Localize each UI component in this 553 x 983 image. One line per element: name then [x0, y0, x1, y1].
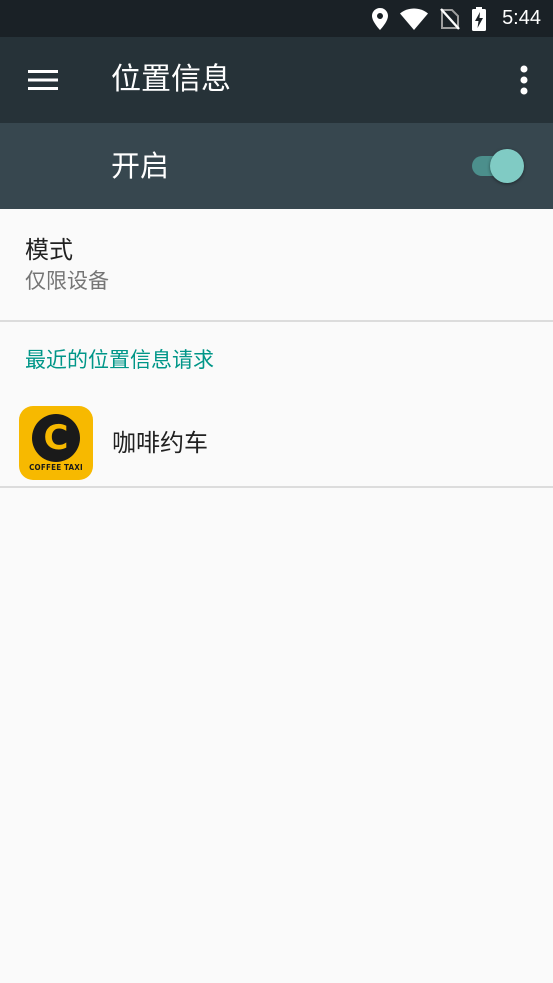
menu-icon[interactable]	[27, 66, 59, 94]
app-bar: 位置信息	[0, 37, 553, 123]
recent-requests-header: 最近的位置信息请求	[25, 348, 214, 372]
status-time: 5:44	[502, 7, 541, 29]
app-icon-caption: COFFEE TAXI	[29, 463, 83, 472]
toggle-thumb	[490, 149, 524, 183]
coffee-taxi-app-icon: C COFFEE TAXI	[19, 406, 93, 480]
app-name: 咖啡约车	[112, 429, 208, 457]
mode-summary: 仅限设备	[25, 269, 109, 293]
status-bar: 5:44	[0, 0, 553, 37]
switch-label: 开启	[111, 149, 170, 183]
wifi-icon	[400, 8, 429, 30]
location-icon	[372, 7, 389, 30]
divider	[0, 486, 553, 488]
status-icons: 5:44	[372, 0, 541, 37]
mode-title: 模式	[25, 236, 73, 264]
location-toggle[interactable]	[470, 147, 526, 185]
location-master-switch-bar[interactable]: 开启	[0, 123, 553, 209]
no-sim-icon	[440, 7, 460, 30]
page-title: 位置信息	[111, 62, 231, 97]
battery-charging-icon	[472, 6, 487, 31]
mode-preference[interactable]: 模式 仅限设备	[0, 209, 553, 320]
more-vert-icon[interactable]	[517, 63, 531, 97]
list-item-app-request[interactable]: C COFFEE TAXI 咖啡约车	[0, 400, 553, 486]
app-icon-ring: C	[32, 414, 80, 462]
app-icon-letter: C	[43, 418, 69, 458]
divider	[0, 320, 553, 322]
